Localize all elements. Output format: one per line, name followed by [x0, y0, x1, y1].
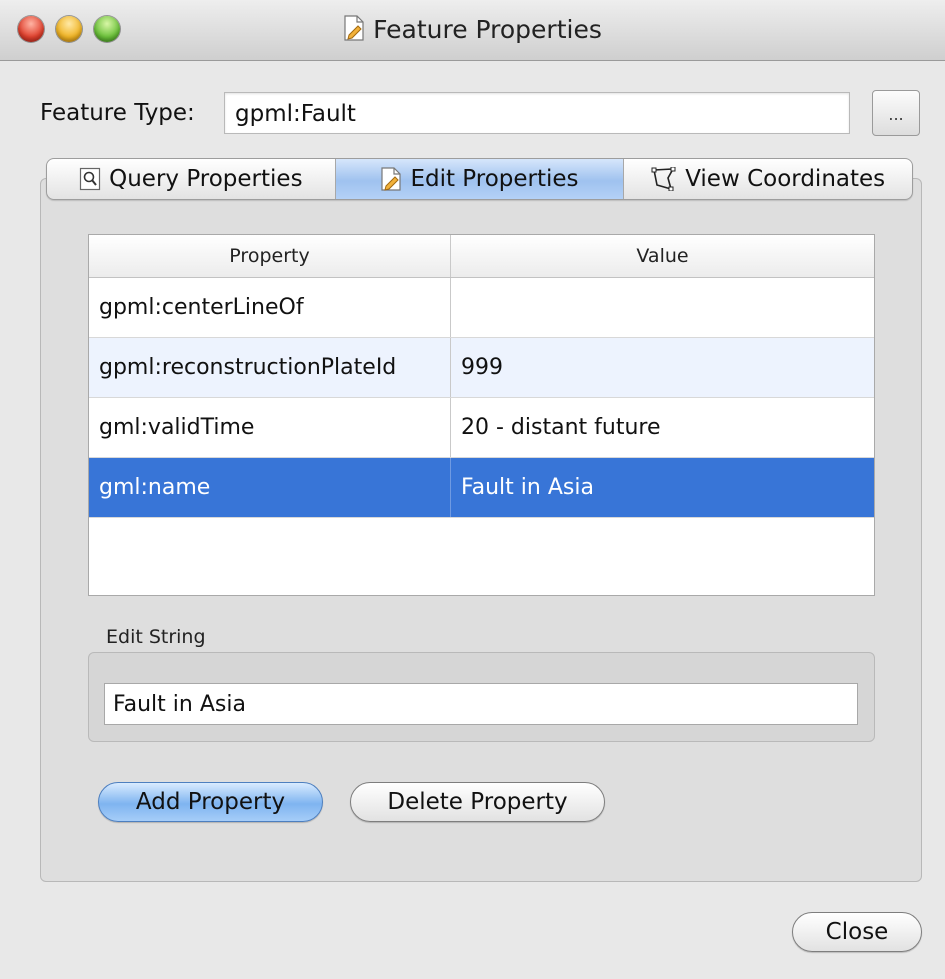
tab-query-properties[interactable]: Query Properties: [47, 159, 336, 199]
title-bar: Feature Properties: [0, 0, 945, 61]
browse-feature-type-button[interactable]: ...: [872, 90, 920, 136]
window-title-wrap: Feature Properties: [0, 15, 945, 47]
add-property-button[interactable]: Add Property: [98, 782, 323, 822]
table-row[interactable]: gpml:centerLineOf: [89, 278, 874, 338]
edit-document-icon: [343, 15, 365, 47]
table-row-selected[interactable]: gml:name Fault in Asia: [89, 458, 874, 518]
magnifier-document-icon: [79, 167, 101, 191]
value-cell: [451, 278, 874, 337]
table-row[interactable]: gml:validTime 20 - distant future: [89, 398, 874, 458]
value-cell: 20 - distant future: [461, 415, 661, 440]
tab-bar: Query Properties Edit Properties View Co…: [46, 158, 913, 200]
tab-label: Query Properties: [109, 166, 303, 192]
column-header-value[interactable]: Value: [451, 235, 874, 277]
edit-document-icon: [380, 167, 402, 191]
column-header-property[interactable]: Property: [89, 235, 451, 277]
edit-string-input[interactable]: Fault in Asia: [104, 683, 858, 725]
edit-string-label: Edit String: [106, 626, 206, 648]
feature-type-label: Feature Type:: [40, 100, 195, 126]
tab-edit-properties[interactable]: Edit Properties: [335, 159, 625, 199]
property-cell: gml:name: [89, 458, 451, 517]
polygon-icon: [651, 167, 677, 191]
value-cell: 999: [461, 355, 503, 380]
delete-property-button[interactable]: Delete Property: [350, 782, 605, 822]
tab-label: Edit Properties: [410, 166, 579, 192]
property-cell: gpml:centerLineOf: [89, 278, 451, 337]
property-cell: gpml:reconstructionPlateId: [89, 338, 451, 397]
value-cell: Fault in Asia: [461, 475, 594, 500]
table-header: Property Value: [89, 235, 874, 278]
property-cell: gml:validTime: [89, 398, 451, 457]
close-button[interactable]: Close: [792, 912, 922, 952]
properties-table: Property Value gpml:centerLineOf gpml:re…: [88, 234, 875, 596]
tab-view-coordinates[interactable]: View Coordinates: [624, 159, 912, 199]
tab-label: View Coordinates: [685, 166, 886, 192]
feature-type-field[interactable]: gpml:Fault: [224, 92, 850, 134]
table-row[interactable]: gpml:reconstructionPlateId 999: [89, 338, 874, 398]
window-title: Feature Properties: [373, 15, 602, 44]
